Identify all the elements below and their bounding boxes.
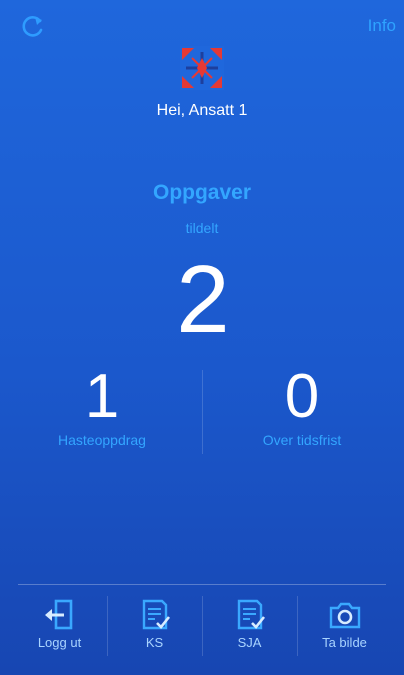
refresh-icon[interactable] — [20, 14, 46, 40]
overdue-tasks-label: Over tidsfrist — [262, 432, 342, 448]
camera-icon — [297, 598, 392, 632]
assigned-count[interactable]: 2 — [0, 252, 404, 348]
bottom-tabbar: Logg ut KS SJA Ta bilde — [12, 594, 392, 658]
take-photo-button[interactable]: Ta bilde — [297, 594, 392, 658]
checklist-icon — [107, 598, 202, 632]
sja-label: SJA — [237, 635, 262, 650]
checklist-icon — [202, 598, 297, 632]
urgent-tasks-count: 1 — [84, 362, 120, 431]
tabbar-divider — [18, 584, 386, 585]
urgent-tasks-label: Hasteoppdrag — [58, 432, 146, 448]
logout-label: Logg ut — [37, 635, 82, 650]
info-link[interactable]: Info — [368, 16, 396, 36]
ks-button[interactable]: KS — [107, 594, 202, 658]
home-screen: Info Hei, Ansatt 1 Oppgaver tildelt 2 1 … — [0, 0, 404, 675]
logout-icon — [12, 598, 107, 632]
assigned-label: tildelt — [185, 220, 219, 236]
tasks-title: Oppgaver — [152, 181, 252, 204]
urgent-tasks-stat[interactable]: 1 Hasteoppdrag — [2, 362, 202, 449]
ks-label: KS — [145, 635, 164, 650]
logout-button[interactable]: Logg ut — [12, 594, 107, 658]
company-logo — [180, 46, 224, 90]
overdue-tasks-stat[interactable]: 0 Over tidsfrist — [202, 362, 402, 449]
sja-button[interactable]: SJA — [202, 594, 297, 658]
overdue-tasks-count: 0 — [284, 362, 320, 431]
user-greeting: Hei, Ansatt 1 — [156, 102, 248, 119]
take-photo-label: Ta bilde — [322, 635, 367, 650]
